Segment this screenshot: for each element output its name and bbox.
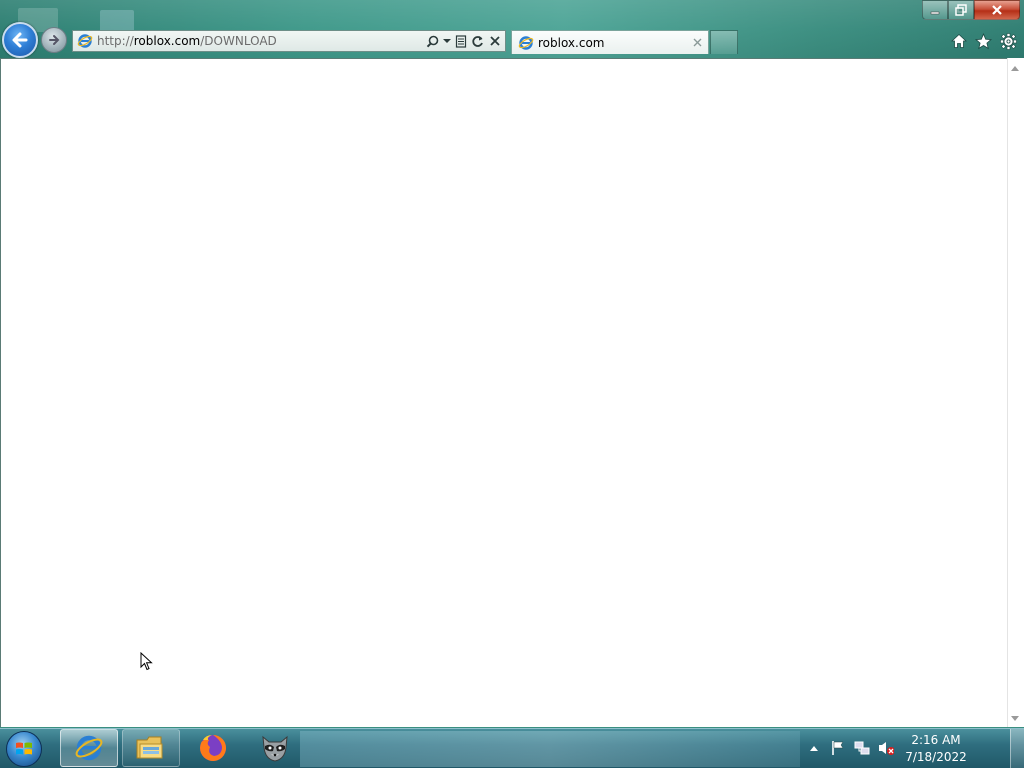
tab-title: roblox.com — [538, 35, 605, 50]
start-button[interactable] — [4, 730, 44, 768]
gear-icon — [1000, 32, 1017, 50]
scroll-up-arrow-icon[interactable] — [1011, 66, 1019, 71]
action-center-button[interactable] — [830, 740, 846, 756]
home-icon — [950, 33, 967, 48]
restore-icon — [955, 4, 967, 16]
clock-date: 7/18/2022 — [905, 750, 967, 764]
close-icon — [992, 5, 1002, 15]
refresh-button[interactable] — [470, 32, 485, 50]
windows-orb — [6, 731, 42, 767]
caption-buttons — [922, 0, 1020, 20]
search-button[interactable] — [425, 32, 440, 50]
tab-roblox[interactable]: roblox.com — [511, 30, 709, 54]
home-button[interactable] — [949, 31, 968, 51]
address-url[interactable]: http://roblox.com/DOWNLOAD — [97, 34, 425, 48]
minimize-button[interactable] — [922, 0, 948, 20]
refresh-icon — [472, 35, 483, 47]
firefox-icon — [200, 734, 227, 761]
network-button[interactable] — [854, 740, 870, 756]
taskbar-clock[interactable]: 2:16 AM 7/18/2022 — [900, 732, 972, 766]
clock-time: 2:16 AM — [911, 733, 961, 747]
url-scheme: http:// — [97, 34, 134, 48]
restore-button[interactable] — [948, 0, 974, 20]
taskbar-raccoon-app[interactable] — [246, 729, 304, 767]
forward-arrow-icon — [49, 35, 60, 45]
favorites-button[interactable] — [974, 31, 993, 51]
url-path: /DOWNLOAD — [200, 34, 277, 48]
folder-icon — [136, 736, 163, 759]
tools-button[interactable] — [999, 31, 1018, 51]
show-hidden-icons-arrow — [810, 746, 818, 751]
stop-icon — [489, 36, 500, 46]
search-icon — [426, 35, 439, 47]
minimize-icon — [930, 11, 940, 15]
show-desktop-button[interactable] — [1010, 729, 1024, 768]
compatibility-view-button[interactable] — [453, 32, 468, 50]
show-hidden-icons-button[interactable] — [806, 740, 822, 756]
tab-close-button[interactable] — [690, 36, 704, 50]
ie-icon — [75, 735, 103, 761]
taskbar-windows-explorer[interactable] — [122, 729, 180, 767]
taskbar-reflection — [300, 731, 800, 767]
compatibility-view-icon — [455, 34, 466, 48]
close-button[interactable] — [974, 0, 1020, 20]
action-center-flag-icon — [832, 741, 844, 755]
volume-button[interactable] — [878, 740, 894, 756]
address-tools — [425, 32, 502, 50]
close-icon — [693, 38, 701, 47]
favorites-star-icon — [975, 32, 992, 49]
volume-muted-icon — [879, 742, 894, 755]
vertical-scrollbar[interactable] — [1007, 58, 1024, 727]
desktop-ghost-icon — [100, 10, 134, 32]
ie-icon — [77, 34, 93, 48]
dropdown-icon — [442, 39, 451, 43]
command-icons — [949, 31, 1018, 51]
forward-button[interactable] — [41, 27, 67, 53]
raccoon-icon — [262, 735, 288, 762]
windows-logo-icon — [16, 742, 32, 755]
back-button[interactable] — [2, 22, 38, 58]
scroll-down-arrow-icon[interactable] — [1011, 716, 1019, 721]
new-tab-button[interactable] — [710, 30, 738, 54]
page-content[interactable] — [0, 58, 1024, 727]
taskbar-internet-explorer[interactable] — [60, 729, 118, 767]
taskbar-firefox[interactable] — [184, 729, 242, 767]
ie-icon — [518, 35, 534, 50]
network-icon — [854, 741, 870, 755]
back-arrow-icon — [12, 32, 28, 48]
system-tray — [806, 740, 894, 756]
url-host: roblox.com — [133, 34, 201, 48]
address-dropdown-button[interactable] — [442, 32, 451, 50]
stop-button[interactable] — [487, 32, 502, 50]
mouse-cursor-icon — [140, 652, 153, 671]
address-bar[interactable]: http://roblox.com/DOWNLOAD — [72, 30, 506, 52]
